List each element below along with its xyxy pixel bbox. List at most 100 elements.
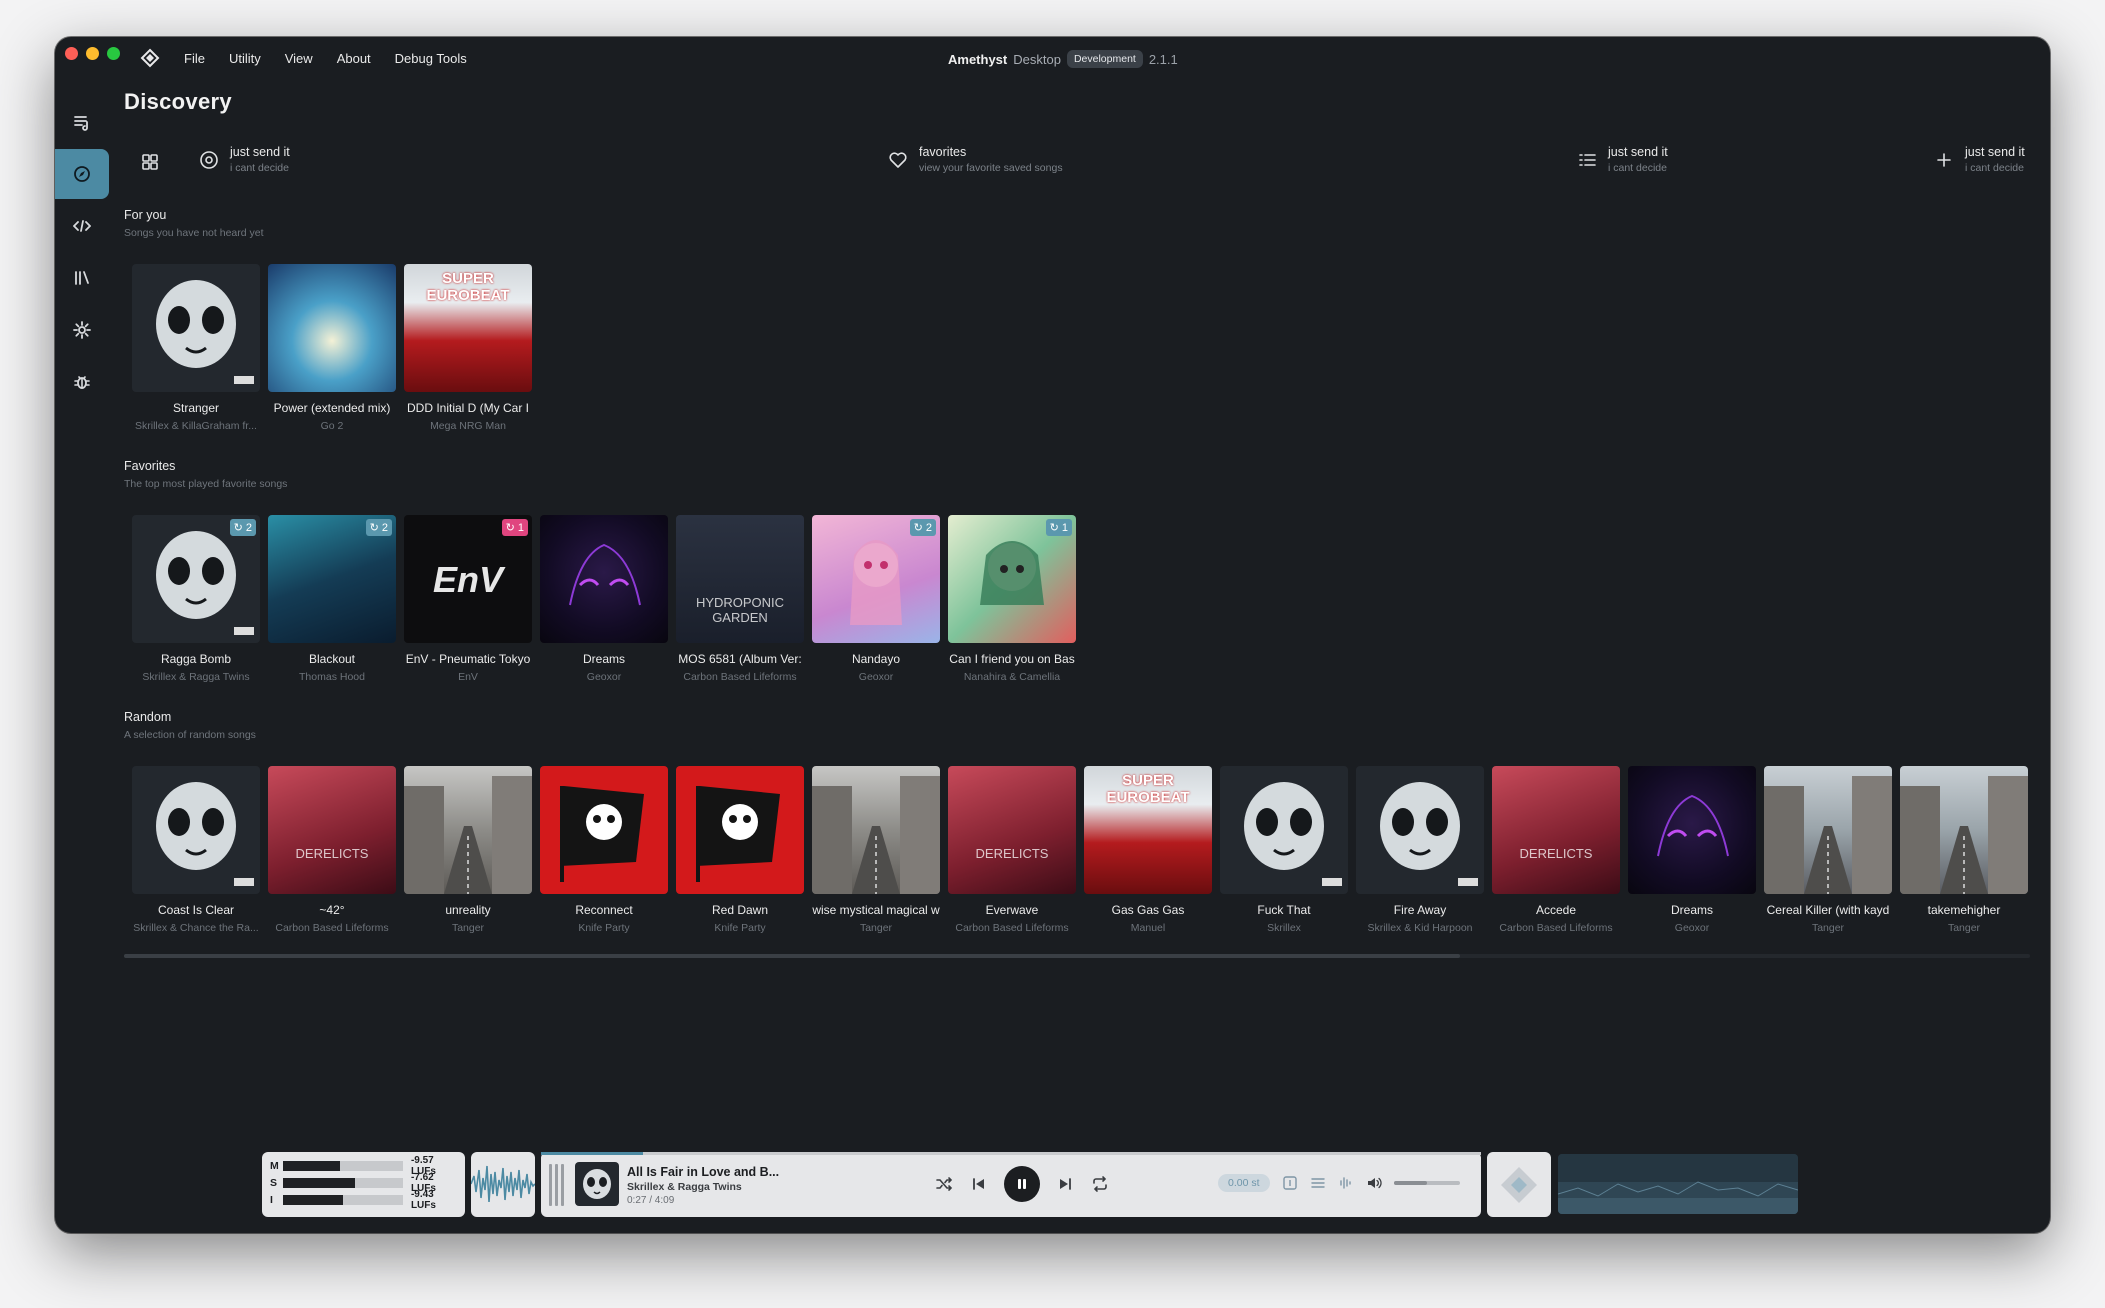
song-card[interactable]: Fuck That Skrillex [1220, 766, 1348, 934]
waveform-preview[interactable] [471, 1152, 535, 1217]
street-photo-icon [1900, 776, 2028, 894]
song-card[interactable]: wise mystical magical w Tanger [812, 766, 940, 934]
shuffle-button[interactable] [934, 1174, 954, 1194]
album-art[interactable]: EnV ↻ 1 [404, 515, 532, 643]
sidebar [55, 97, 109, 409]
menu-file[interactable]: File [184, 51, 205, 66]
album-art[interactable] [1900, 766, 2028, 894]
menu-debug-tools[interactable]: Debug Tools [395, 51, 467, 66]
minimize-window-button[interactable] [86, 47, 99, 60]
horizontal-scrollbar[interactable] [124, 954, 1460, 958]
replay-icon: ↻ [913, 522, 923, 534]
song-card[interactable]: DERELICTS Accede Carbon Based Lifeforms [1492, 766, 1620, 934]
next-button[interactable] [1055, 1174, 1075, 1194]
sidebar-item-settings[interactable] [55, 305, 109, 355]
sidebar-item-queue[interactable] [55, 97, 109, 147]
previous-button[interactable] [969, 1174, 989, 1194]
pitch-semitones[interactable]: 0.00 st [1218, 1174, 1270, 1192]
album-art[interactable] [1764, 766, 1892, 894]
bug-icon [74, 376, 90, 389]
album-art[interactable]: HYDROPONIC GARDEN [676, 515, 804, 643]
amethyst-logo-icon[interactable] [139, 47, 161, 69]
album-art[interactable] [676, 766, 804, 894]
album-art[interactable] [132, 264, 260, 392]
shuffle-icon [936, 1177, 953, 1191]
song-card[interactable]: DERELICTS Everwave Carbon Based Lifeforms [948, 766, 1076, 934]
album-art[interactable] [404, 766, 532, 894]
song-card[interactable]: Dreams Geoxor [1628, 766, 1756, 934]
album-art[interactable] [1220, 766, 1348, 894]
album-art[interactable] [812, 766, 940, 894]
menu-utility[interactable]: Utility [229, 51, 261, 66]
song-card[interactable]: Cereal Killer (with kayd Tanger [1764, 766, 1892, 934]
volume-slider[interactable] [1393, 1181, 1460, 1185]
song-card[interactable]: Dreams Geoxor [540, 515, 668, 683]
album-art[interactable]: DERELICTS [948, 766, 1076, 894]
sidebar-item-library[interactable] [55, 253, 109, 303]
album-art[interactable]: DERELICTS [268, 766, 396, 894]
song-card[interactable]: Power (extended mix) Go 2 [268, 264, 396, 432]
song-card[interactable]: ↻ 1 Can I friend you on Bas Nanahira & Came… [948, 515, 1076, 683]
song-card[interactable]: unreality Tanger [404, 766, 532, 934]
menu-about[interactable]: About [337, 51, 371, 66]
sidebar-item-debug[interactable] [55, 357, 109, 407]
album-art[interactable] [132, 766, 260, 894]
song-card[interactable]: HYDROPONIC GARDEN MOS 6581 (Album Ver: Car… [676, 515, 804, 683]
quick-action-favorites[interactable]: favorites view your favorite saved songs [887, 145, 1063, 174]
window-title: Amethyst Desktop Development 2.1.1 [948, 50, 1178, 68]
song-card[interactable]: ↻ 2 Nandayo Geoxor [812, 515, 940, 683]
song-card[interactable]: Coast Is Clear Skrillex & Chance the Ra..… [132, 766, 260, 934]
song-card[interactable]: EnV ↻ 1 EnV - Pneumatic Tokyo EnV [404, 515, 532, 683]
song-card[interactable]: Reconnect Knife Party [540, 766, 668, 934]
play-count: 1 [517, 521, 524, 534]
album-art[interactable]: SUPER EUROBEAT [404, 264, 532, 392]
pause-button[interactable] [1004, 1166, 1040, 1202]
spectrogram-icon [1558, 1154, 1798, 1214]
song-card[interactable]: Red Dawn Knife Party [676, 766, 804, 934]
quick-action-list[interactable]: just send it i cant decide [1576, 145, 1668, 174]
playback-progress[interactable] [541, 1152, 1481, 1155]
equalizer-icon[interactable] [1310, 1175, 1326, 1191]
spectrum-icon[interactable] [1338, 1175, 1354, 1191]
album-art[interactable] [1356, 766, 1484, 894]
sidebar-item-playground[interactable] [55, 201, 109, 251]
repeat-button[interactable] [1090, 1174, 1110, 1194]
menu-view[interactable]: View [285, 51, 313, 66]
now-playing-cover[interactable] [575, 1162, 619, 1206]
song-card[interactable]: SUPER EUROBEAT DDD Initial D (My Car I Meg… [404, 264, 532, 432]
section-favorites-header: Favorites The top most played favorite s… [124, 459, 287, 490]
song-card[interactable]: ↻ 2 Blackout Thomas Hood [268, 515, 396, 683]
close-window-button[interactable] [65, 47, 78, 60]
maximize-window-button[interactable] [107, 47, 120, 60]
visualizer-toggle[interactable] [1487, 1152, 1551, 1217]
album-art[interactable]: DERELICTS [1492, 766, 1620, 894]
album-art[interactable] [268, 264, 396, 392]
grid-icon[interactable] [141, 153, 159, 171]
album-art[interactable]: ↻ 1 [948, 515, 1076, 643]
sidebar-item-discovery[interactable] [55, 149, 109, 199]
album-art[interactable]: ↻ 2 [268, 515, 396, 643]
album-art[interactable]: ↻ 2 [132, 515, 260, 643]
app-name: Amethyst [948, 51, 1008, 67]
song-card[interactable]: ↻ 2 Ragga Bomb Skrillex & Ragga Twins [132, 515, 260, 683]
song-artist: Knife Party [578, 922, 630, 934]
volume-icon[interactable] [1366, 1175, 1382, 1191]
song-artist: Skrillex [1267, 922, 1301, 934]
quick-action-send-it[interactable]: just send it i cant decide [198, 145, 290, 174]
album-art[interactable] [540, 515, 668, 643]
song-card[interactable]: DERELICTS ~42° Carbon Based Lifeforms [268, 766, 396, 934]
song-card[interactable]: Fire Away Skrillex & Kid Harpoon [1356, 766, 1484, 934]
song-card[interactable]: Stranger Skrillex & KillaGraham fr... [132, 264, 260, 432]
album-art[interactable] [540, 766, 668, 894]
album-art[interactable] [1628, 766, 1756, 894]
quick-action-title: favorites [919, 145, 967, 159]
album-art[interactable]: ↻ 2 [812, 515, 940, 643]
quick-action-add[interactable]: just send it i cant decide [1933, 145, 2025, 174]
album-art[interactable]: SUPER EUROBEAT [1084, 766, 1212, 894]
song-card[interactable]: SUPER EUROBEAT Gas Gas Gas Manuel [1084, 766, 1212, 934]
song-card[interactable]: takemehigher Tanger [1900, 766, 2028, 934]
drag-handle[interactable] [549, 1164, 569, 1206]
compass-icon [74, 166, 90, 182]
lyrics-icon[interactable] [1282, 1175, 1298, 1191]
app-subtitle: Desktop [1013, 51, 1061, 67]
